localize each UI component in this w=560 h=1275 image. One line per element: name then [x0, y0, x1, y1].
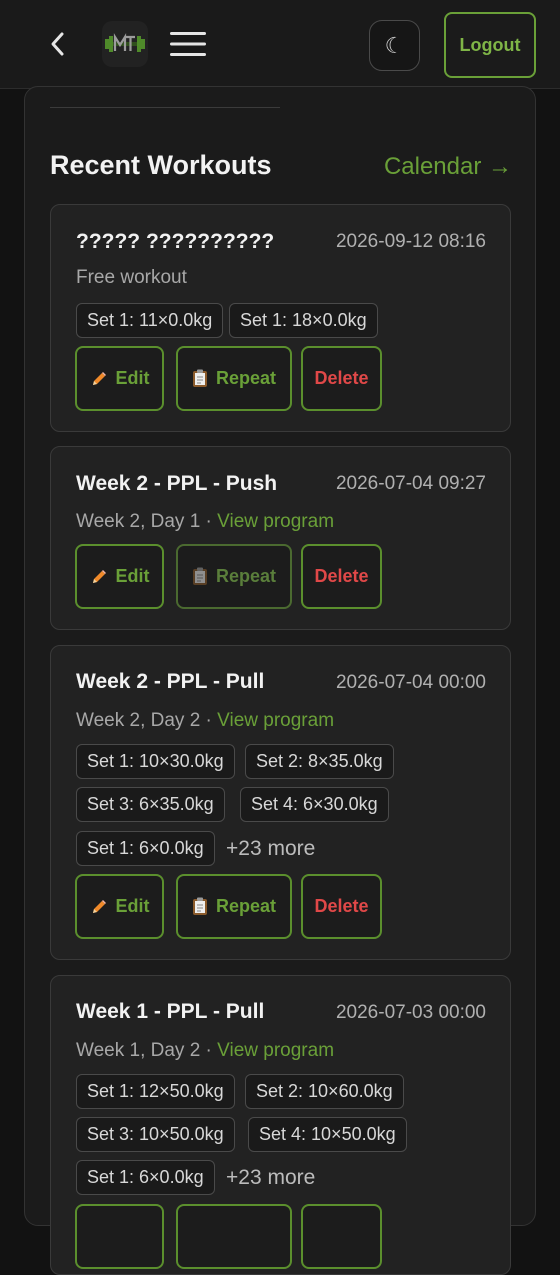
set-chip: Set 3: 6×35.0kg	[76, 787, 225, 822]
set-chip: Set 4: 10×50.0kg	[248, 1117, 407, 1152]
more-sets-count: +23 more	[226, 837, 316, 860]
set-chip: Set 1: 12×50.0kg	[76, 1074, 235, 1109]
pencil-icon	[90, 568, 108, 586]
workout-card: Week 1 - PPL - Pull 2026-07-03 00:00 Wee…	[50, 975, 511, 1275]
workout-subtitle: Week 2, Day 1 · View program	[76, 511, 334, 533]
set-chip: Set 4: 6×30.0kg	[240, 787, 389, 822]
set-chip: Set 2: 8×35.0kg	[245, 744, 394, 779]
set-chip: Set 1: 6×0.0kg	[76, 1160, 215, 1195]
repeat-button[interactable]	[176, 1204, 292, 1269]
clipboard-icon	[192, 369, 208, 388]
delete-label: Delete	[314, 896, 369, 916]
moon-icon: ☾	[384, 32, 405, 58]
delete-button[interactable]: Delete	[301, 346, 382, 411]
workout-subtitle: Week 2, Day 2 · View program	[76, 710, 334, 732]
repeat-button[interactable]: Repeat	[176, 874, 292, 939]
delete-button[interactable]	[301, 1204, 382, 1269]
program-info: Week 2, Day 1 ·	[76, 511, 218, 532]
program-info: Week 1, Day 2 ·	[76, 1040, 218, 1061]
app-logo[interactable]	[102, 21, 148, 67]
repeat-button[interactable]: Repeat	[176, 346, 292, 411]
section-title: Recent Workouts	[50, 150, 272, 180]
set-chip: Set 1: 11×0.0kg	[76, 303, 224, 338]
calendar-link[interactable]: Calendar →	[384, 153, 512, 181]
delete-button[interactable]: Delete	[301, 544, 382, 609]
workout-subtitle: Week 1, Day 2 · View program	[76, 1040, 334, 1062]
more-sets-count: +23 more	[226, 1166, 316, 1189]
hamburger-menu-icon	[170, 32, 206, 56]
chevron-left-icon	[51, 32, 64, 56]
delete-button[interactable]: Delete	[301, 874, 382, 939]
pencil-icon	[90, 370, 108, 388]
workout-date: 2026-07-03 00:00	[335, 1002, 486, 1023]
set-chip: Set 3: 10×50.0kg	[76, 1117, 235, 1152]
edit-label: Edit	[115, 566, 150, 586]
repeat-button[interactable]: Repeat	[176, 544, 292, 609]
dumbbell-logo-icon	[105, 33, 145, 52]
workout-subtitle: Free workout	[76, 267, 187, 288]
clipboard-icon	[192, 567, 208, 586]
view-program-link[interactable]: View program	[217, 511, 334, 532]
pencil-icon	[90, 898, 108, 916]
edit-label: Edit	[115, 896, 150, 916]
logout-button[interactable]: Logout	[444, 12, 536, 78]
workout-card: Week 2 - PPL - Pull 2026-07-04 00:00 Wee…	[50, 645, 511, 960]
view-program-link[interactable]: View program	[217, 1040, 334, 1061]
repeat-label: Repeat	[215, 368, 277, 388]
edit-button[interactable]: Edit	[75, 544, 164, 609]
delete-label: Delete	[314, 566, 369, 586]
workout-title: Week 2 - PPL - Push	[76, 472, 278, 495]
workout-card: Week 2 - PPL - Push 2026-07-04 09:27 Wee…	[50, 446, 511, 630]
set-chip: Set 1: 10×30.0kg	[76, 744, 235, 779]
edit-button[interactable]: Edit	[75, 874, 164, 939]
back-button[interactable]	[40, 27, 74, 61]
workout-title: Week 2 - PPL - Pull	[76, 670, 265, 693]
section-divider	[50, 107, 280, 108]
top-bar: ☾ Logout	[0, 0, 560, 89]
workout-date: 2026-07-04 00:00	[335, 672, 486, 693]
workout-date: 2026-07-04 09:27	[335, 473, 486, 494]
clipboard-icon	[192, 897, 208, 916]
edit-button[interactable]: Edit	[75, 346, 164, 411]
view-program-link[interactable]: View program	[217, 710, 334, 731]
repeat-label: Repeat	[215, 896, 277, 916]
repeat-label: Repeat	[215, 566, 277, 586]
delete-label: Delete	[314, 368, 369, 388]
workout-title: Week 1 - PPL - Pull	[76, 1000, 265, 1023]
workout-date: 2026-09-12 08:16	[335, 231, 486, 252]
workout-title: ????? ??????????	[76, 230, 275, 253]
set-chip: Set 2: 10×60.0kg	[245, 1074, 404, 1109]
set-chip: Set 1: 18×0.0kg	[229, 303, 378, 338]
workout-card: ????? ?????????? 2026-09-12 08:16 Free w…	[50, 204, 511, 432]
theme-toggle-button[interactable]: ☾	[369, 20, 420, 71]
edit-button[interactable]	[75, 1204, 164, 1269]
menu-button[interactable]	[168, 27, 208, 61]
edit-label: Edit	[115, 368, 150, 388]
program-info: Week 2, Day 2 ·	[76, 710, 218, 731]
set-chip: Set 1: 6×0.0kg	[76, 831, 215, 866]
